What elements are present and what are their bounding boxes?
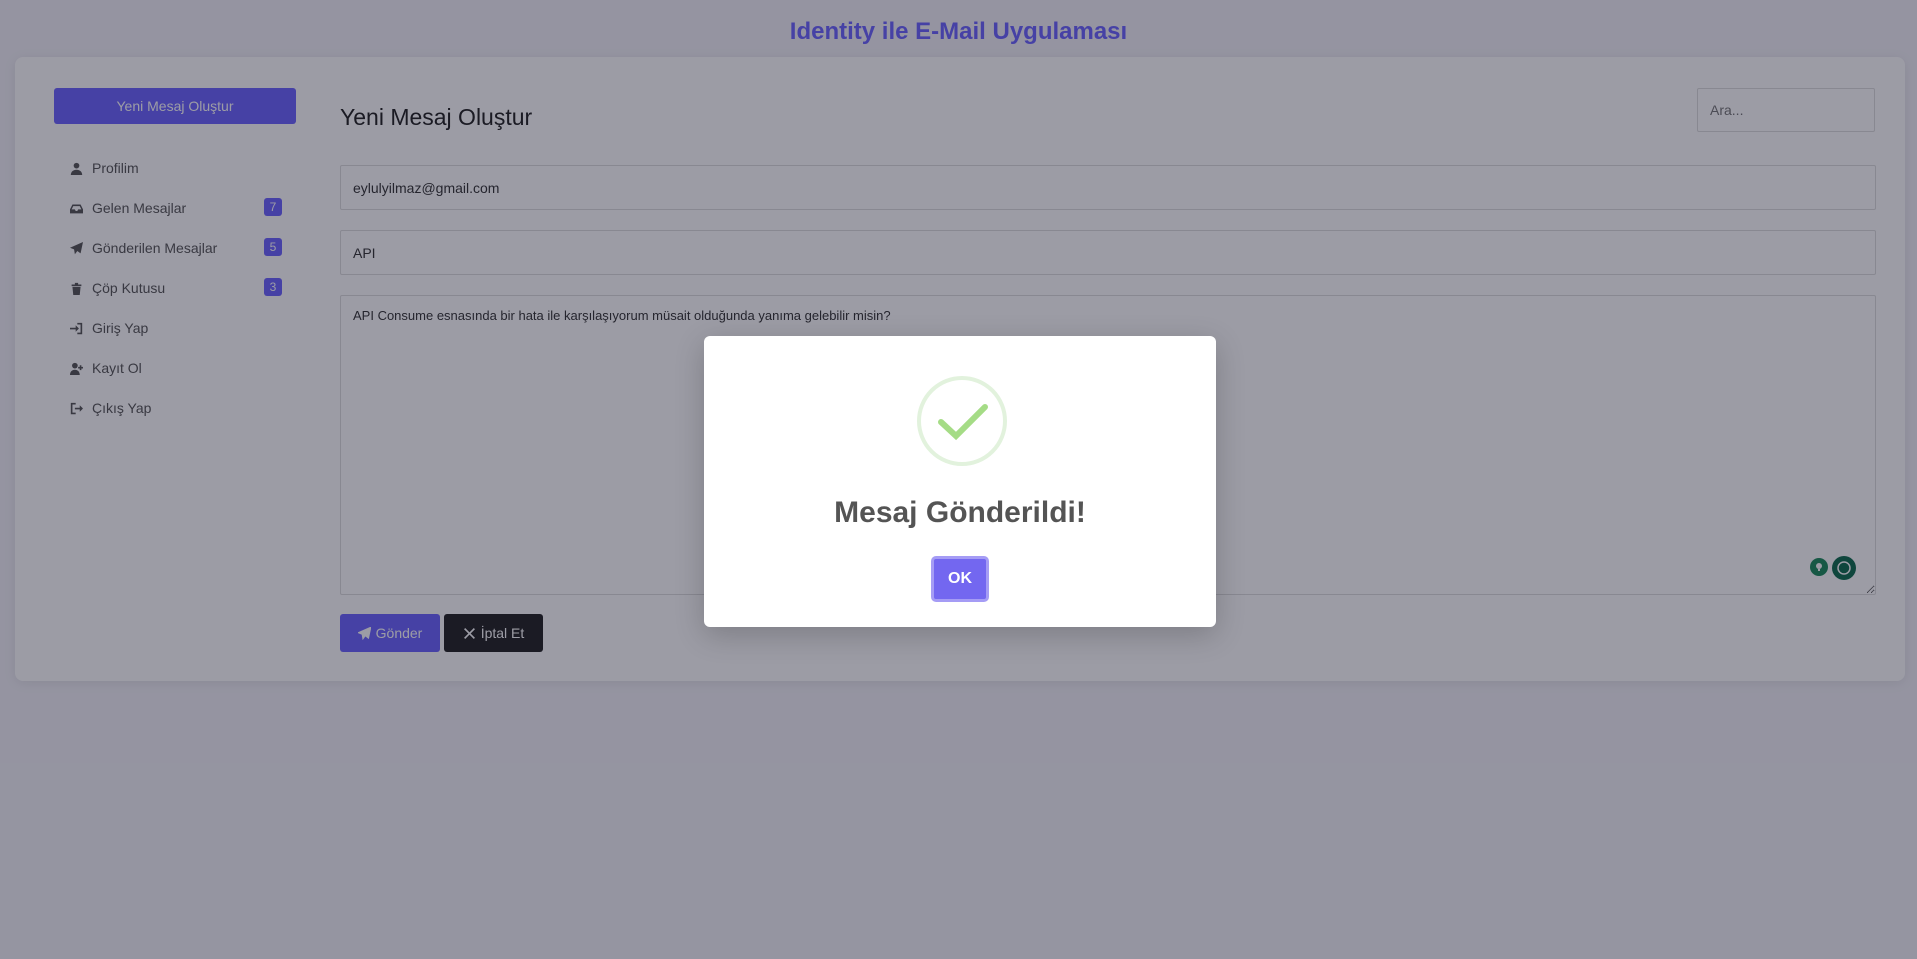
modal-title: Mesaj Gönderildi! <box>834 496 1086 529</box>
ok-button[interactable]: OK <box>931 556 989 602</box>
check-circle-icon <box>917 376 1007 466</box>
success-modal: Mesaj Gönderildi! OK <box>704 336 1216 627</box>
